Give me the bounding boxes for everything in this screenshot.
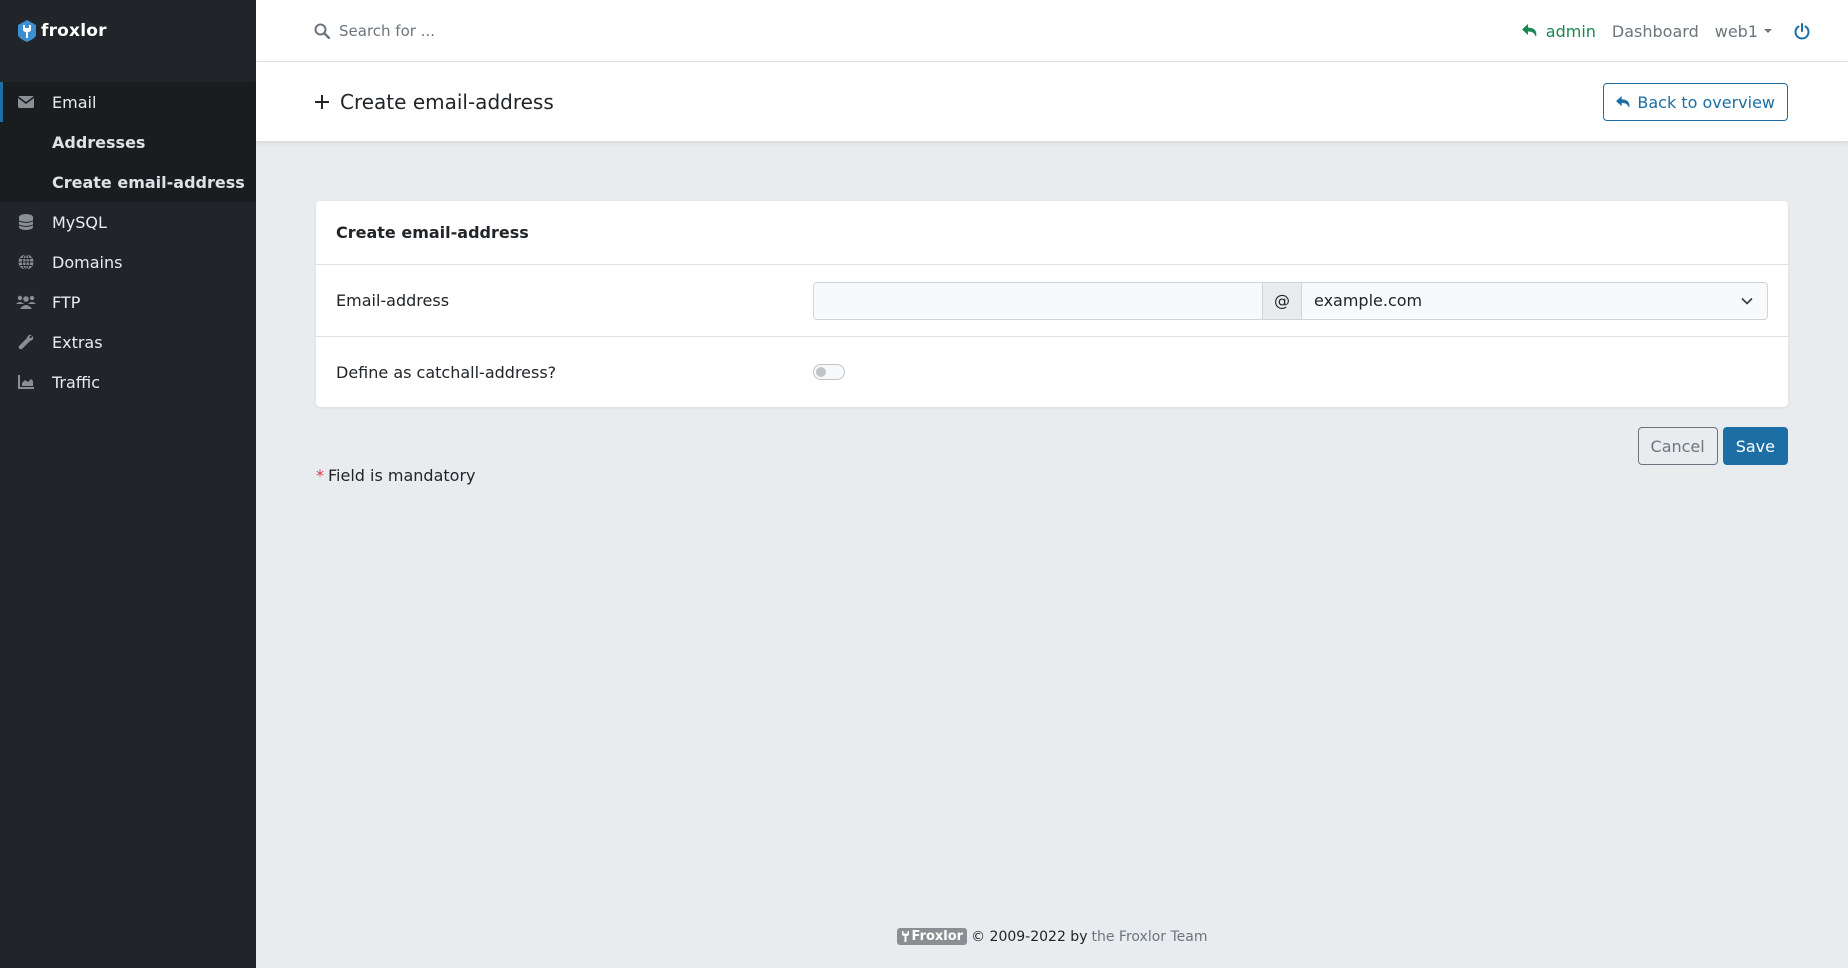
caret-down-icon bbox=[1764, 29, 1772, 33]
mandatory-text: Field is mandatory bbox=[328, 466, 476, 485]
reply-icon bbox=[1616, 95, 1630, 108]
chevron-down-icon bbox=[1741, 297, 1753, 305]
return-to-admin-link[interactable]: admin bbox=[1521, 21, 1596, 41]
sidebar-item-traffic[interactable]: Traffic bbox=[0, 362, 256, 402]
chart-area-icon bbox=[16, 374, 36, 390]
wrench-icon bbox=[16, 334, 36, 350]
froxlor-logo[interactable]: froxlor bbox=[16, 19, 107, 43]
brand[interactable]: froxlor bbox=[0, 0, 256, 62]
sidebar-item-label: Domains bbox=[52, 252, 123, 272]
page-header: Create email-address Back to overview bbox=[256, 62, 1848, 141]
globe-icon bbox=[16, 254, 36, 270]
back-to-overview-label: Back to overview bbox=[1637, 92, 1775, 112]
database-icon bbox=[16, 214, 36, 230]
user-dropdown[interactable]: web1 bbox=[1715, 22, 1772, 41]
mandatory-note: * Field is mandatory bbox=[316, 466, 475, 485]
cancel-button[interactable]: Cancel bbox=[1637, 427, 1718, 465]
email-local-part-input[interactable] bbox=[814, 282, 1262, 319]
footer: Froxlor © 2009-2022 by the Froxlor Team bbox=[256, 928, 1848, 945]
domain-selected-value: example.com bbox=[1314, 291, 1423, 310]
form-actions: Cancel Save bbox=[1637, 427, 1788, 465]
sidebar: froxlor Email Addresses Create email-add… bbox=[0, 0, 256, 968]
top-nav-links: admin Dashboard web1 bbox=[1521, 0, 1810, 62]
required-asterisk: * bbox=[316, 466, 324, 485]
sidebar-item-label: MySQL bbox=[52, 212, 107, 232]
email-address-label: Email-address bbox=[336, 291, 450, 310]
froxlor-team-link[interactable]: the Froxlor Team bbox=[1091, 929, 1207, 945]
sidebar-subitem-create-email-address[interactable]: Create email-address bbox=[0, 162, 256, 202]
froxlor-wrench-icon bbox=[901, 931, 909, 942]
sidebar-item-extras[interactable]: Extras bbox=[0, 322, 256, 362]
sidebar-nav: Email Addresses Create email-address MyS… bbox=[0, 82, 256, 402]
sidebar-subitem-addresses[interactable]: Addresses bbox=[0, 122, 256, 162]
search-icon bbox=[314, 23, 330, 39]
search-bar bbox=[314, 21, 814, 40]
reply-icon bbox=[1521, 24, 1537, 37]
froxlor-logo-icon bbox=[18, 20, 36, 42]
catchall-label: Define as catchall-address? bbox=[336, 362, 557, 382]
users-icon bbox=[16, 294, 36, 310]
plus-icon bbox=[315, 94, 329, 109]
save-button[interactable]: Save bbox=[1722, 427, 1788, 465]
page-title: Create email-address bbox=[314, 90, 554, 114]
card-title: Create email-address bbox=[316, 201, 1788, 265]
froxlor-badge: Froxlor bbox=[896, 928, 968, 945]
sidebar-item-ftp[interactable]: FTP bbox=[0, 282, 256, 322]
logout-button[interactable] bbox=[1794, 22, 1810, 40]
catchall-toggle[interactable] bbox=[813, 364, 845, 380]
brand-name: froxlor bbox=[41, 21, 107, 41]
user-name: web1 bbox=[1714, 21, 1758, 41]
email-address-row: Email-address @ example.com bbox=[316, 265, 1788, 336]
back-to-overview-button[interactable]: Back to overview bbox=[1603, 83, 1788, 121]
power-icon bbox=[1794, 22, 1810, 39]
sidebar-item-label: FTP bbox=[52, 292, 81, 312]
admin-label: admin bbox=[1545, 21, 1596, 41]
catchall-row: Define as catchall-address? bbox=[316, 336, 1788, 407]
sidebar-item-domains[interactable]: Domains bbox=[0, 242, 256, 282]
dashboard-link[interactable]: Dashboard bbox=[1612, 22, 1699, 41]
search-input[interactable] bbox=[339, 21, 739, 40]
create-email-card: Create email-address Email-address @ exa… bbox=[316, 201, 1788, 407]
domain-select[interactable]: example.com bbox=[1302, 282, 1767, 319]
email-input-group: @ example.com bbox=[813, 281, 1768, 320]
sidebar-item-label: Extras bbox=[52, 332, 103, 352]
email-subnav: Addresses Create email-address bbox=[0, 122, 256, 202]
page-title-text: Create email-address bbox=[340, 89, 554, 114]
sidebar-item-email[interactable]: Email bbox=[0, 82, 256, 122]
sidebar-item-mysql[interactable]: MySQL bbox=[0, 202, 256, 242]
sidebar-item-label: Traffic bbox=[52, 372, 101, 392]
froxlor-badge-text: Froxlor bbox=[911, 929, 964, 944]
envelope-icon bbox=[16, 94, 36, 110]
copyright-text: © 2009-2022 by bbox=[971, 928, 1088, 945]
at-sign: @ bbox=[1262, 282, 1302, 319]
top-navbar: admin Dashboard web1 bbox=[256, 0, 1848, 62]
sidebar-item-label: Email bbox=[52, 92, 97, 112]
